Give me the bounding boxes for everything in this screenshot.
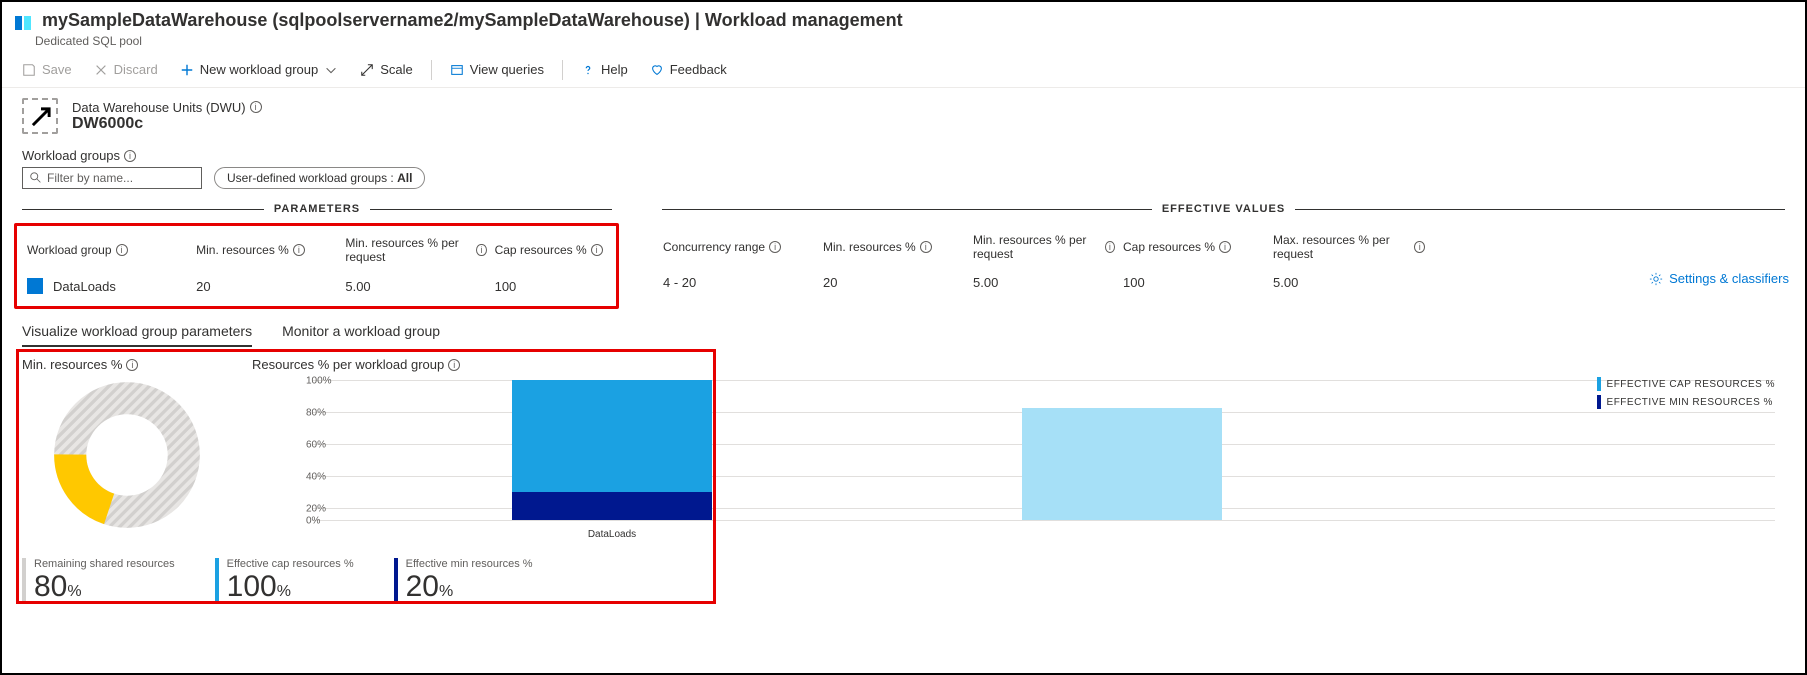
donut-chart [52, 380, 202, 530]
viz-tabs: Visualize workload group parameters Moni… [2, 309, 1805, 347]
effective-header: EFFECTIVE VALUES [662, 203, 1785, 215]
col-cap-resources[interactable]: Cap resources %i [491, 241, 610, 259]
visualization-area: Min. resources %i Resources % per worklo… [2, 347, 1805, 550]
col-workload-group[interactable]: Workload groupi [23, 241, 192, 259]
parameters-header: PARAMETERS [22, 203, 612, 215]
scale-button[interactable]: Scale [352, 58, 421, 81]
workload-groups-label: Workload groupsi [22, 148, 1785, 163]
dwu-value: DW6000c [72, 115, 262, 133]
workload-groups-row: Workload groupsi Filter by name... User-… [2, 142, 1805, 193]
help-icon [581, 63, 595, 77]
page-header: mySampleDataWarehouse (sqlpoolservername… [2, 2, 1805, 36]
settings-classifiers-link[interactable]: Settings & classifiers [1649, 271, 1789, 286]
info-icon[interactable]: i [116, 244, 128, 256]
chart-legend: EFFECTIVE CAP RESOURCES % EFFECTIVE MIN … [1597, 377, 1775, 413]
tab-monitor[interactable]: Monitor a workload group [282, 323, 440, 347]
col-eff-cap[interactable]: Cap resources %i [1119, 238, 1269, 256]
info-icon[interactable]: i [1414, 241, 1425, 253]
col-min-per-request[interactable]: Min. resources % per requesti [341, 234, 490, 266]
heart-icon [650, 63, 664, 77]
legend-swatch-cap [1597, 377, 1601, 391]
sql-icon [27, 278, 43, 294]
info-icon[interactable]: i [769, 241, 781, 253]
plus-icon [180, 63, 194, 77]
sql-pool-icon [14, 14, 32, 32]
info-icon[interactable]: i [293, 244, 305, 256]
new-workload-group-button[interactable]: New workload group [172, 58, 347, 81]
view-queries-button[interactable]: View queries [442, 58, 552, 81]
info-icon[interactable]: i [476, 244, 486, 256]
info-icon[interactable]: i [250, 101, 262, 113]
dwu-label: Data Warehouse Units (DWU)i [72, 100, 262, 115]
stats-row: Remaining shared resources 80% Effective… [2, 550, 1805, 612]
page-title: mySampleDataWarehouse (sqlpoolservername… [42, 10, 903, 31]
search-icon [29, 171, 43, 185]
info-icon[interactable]: i [126, 359, 138, 371]
save-icon [22, 63, 36, 77]
info-icon[interactable]: i [1105, 241, 1115, 253]
info-icon[interactable]: i [591, 244, 603, 256]
info-icon[interactable]: i [448, 359, 460, 371]
page-subtitle: Dedicated SQL pool [35, 34, 1805, 48]
table-row[interactable]: DataLoads 20 5.00 100 [23, 270, 610, 302]
col-concurrency[interactable]: Concurrency rangei [659, 238, 819, 256]
col-eff-max-req[interactable]: Max. resources % per requesti [1269, 231, 1429, 263]
discard-icon [94, 63, 108, 77]
separator [562, 60, 563, 80]
chevron-down-icon [324, 63, 338, 77]
feedback-button[interactable]: Feedback [642, 58, 735, 81]
queries-icon [450, 63, 464, 77]
stat-remaining: Remaining shared resources 80% [22, 558, 175, 604]
help-button[interactable]: Help [573, 58, 636, 81]
stat-cap: Effective cap resources % 100% [215, 558, 354, 604]
donut-title: Min. resources %i [22, 357, 232, 372]
bar-chart: 100% 80% 60% 40% 20% 0% DataLoads [282, 380, 1775, 540]
toolbar: Save Discard New workload group Scale Vi… [2, 52, 1805, 88]
save-button[interactable]: Save [14, 58, 80, 81]
discard-button[interactable]: Discard [86, 58, 166, 81]
bar-xlabel: DataLoads [512, 529, 712, 540]
table-row[interactable]: 4 - 20 20 5.00 100 5.00 [659, 267, 1787, 298]
separator [431, 60, 432, 80]
dwu-block: Data Warehouse Units (DWU)i DW6000c [2, 88, 1805, 142]
scale-icon [360, 63, 374, 77]
table: Workload groupi Min. resources %i Min. r… [2, 215, 1805, 309]
info-icon[interactable]: i [124, 150, 136, 162]
filter-pill[interactable]: User-defined workload groups : All [214, 167, 425, 189]
tab-visualize[interactable]: Visualize workload group parameters [22, 323, 252, 347]
col-min-resources[interactable]: Min. resources %i [192, 241, 341, 259]
col-eff-min-req[interactable]: Min. resources % per requesti [969, 231, 1119, 263]
info-icon[interactable]: i [1219, 241, 1231, 253]
stat-min: Effective min resources % 20% [394, 558, 533, 604]
filter-input[interactable]: Filter by name... [22, 167, 202, 189]
dwu-icon [22, 98, 58, 134]
legend-swatch-min [1597, 395, 1601, 409]
gear-icon [1649, 272, 1663, 286]
col-eff-min[interactable]: Min. resources %i [819, 238, 969, 256]
info-icon[interactable]: i [920, 241, 932, 253]
chart-title: Resources % per workload groupi [252, 357, 1785, 372]
section-headers: PARAMETERS EFFECTIVE VALUES [2, 193, 1805, 215]
